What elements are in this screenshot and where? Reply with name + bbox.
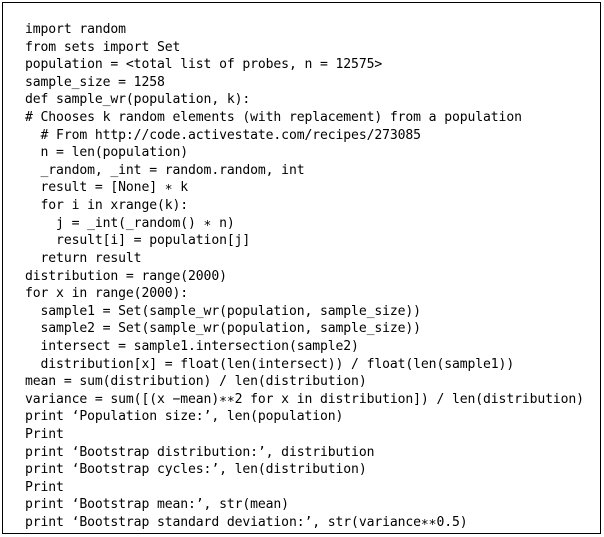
- code-line: population = <total list of probes, n = …: [25, 57, 383, 73]
- code-line: for i in xrange(k):: [25, 198, 189, 214]
- code-listing: import random from sets import Set populat…: [25, 21, 594, 532]
- code-line: sample1 = Set(sample_wr(population, samp…: [25, 303, 422, 319]
- code-line: sample_size = 1258: [25, 74, 165, 90]
- code-line: def sample_wr(population, k):: [25, 92, 251, 108]
- code-line: _random, _int = random.random, int: [25, 162, 305, 178]
- code-line: n = len(population): [25, 145, 189, 161]
- code-line: Print: [25, 427, 64, 443]
- code-line: print ‘Bootstrap distribution:’, distrib…: [25, 444, 375, 460]
- code-listing-box: import random from sets import Set populat…: [2, 2, 601, 534]
- code-line: Print: [25, 479, 64, 495]
- code-line: print ‘Bootstrap cycles:’, len(distribut…: [25, 462, 367, 478]
- code-line: from sets import Set: [25, 39, 181, 55]
- code-line: sample2 = Set(sample_wr(population, samp…: [25, 321, 422, 337]
- code-line: variance = sum([(x −mean)∗∗2 for x in di…: [25, 391, 584, 407]
- code-line: # Chooses k random elements (with replac…: [25, 110, 522, 126]
- code-line: return result: [25, 250, 142, 266]
- code-line: result = [None] ∗ k: [25, 180, 189, 196]
- code-line: for x in range(2000):: [25, 286, 189, 302]
- code-line: result[i] = population[j]: [25, 233, 251, 249]
- code-line: print ‘Population size:’, len(population…: [25, 409, 344, 425]
- code-line: # From http://code.activestate.com/recip…: [25, 127, 422, 143]
- code-line: print ‘Bootstrap standard deviation:’, s…: [25, 515, 468, 531]
- code-line: distribution = range(2000): [25, 268, 227, 284]
- code-line: mean = sum(distribution) / len(distribut…: [25, 374, 367, 390]
- figure-frame: import random from sets import Set populat…: [0, 0, 604, 537]
- code-line: intersect = sample1.intersection(sample2…: [25, 338, 359, 354]
- code-line: import random: [25, 22, 126, 37]
- code-line: distribution[x] = float(len(intersect)) …: [25, 356, 515, 372]
- code-line: print ‘Bootstrap mean:’, str(mean): [25, 497, 289, 513]
- code-line: j = _int(_random() ∗ n): [25, 215, 235, 231]
